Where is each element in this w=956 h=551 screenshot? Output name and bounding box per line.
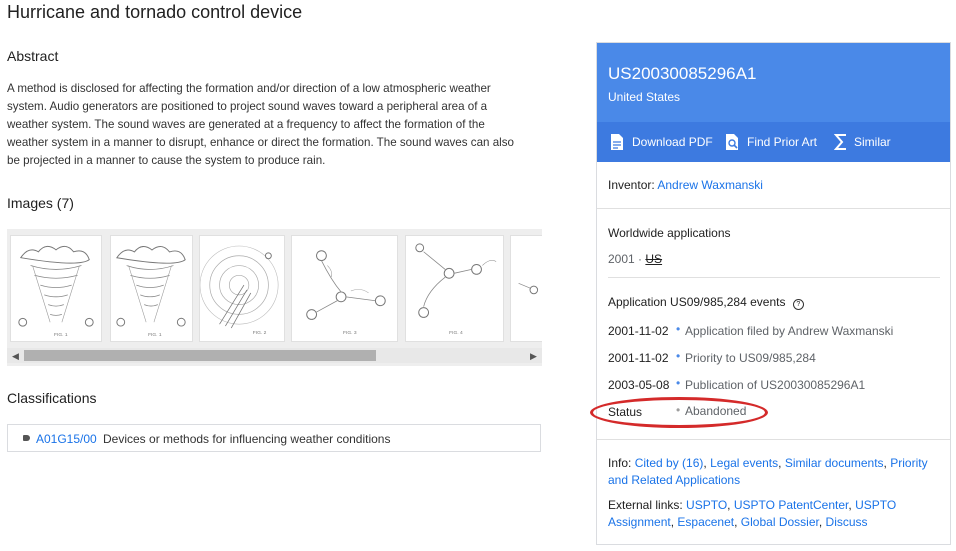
document-search-icon — [726, 134, 738, 150]
tornado-drawing: FIG. 1 — [18, 245, 94, 338]
find-prior-art-label: Find Prior Art — [747, 135, 818, 149]
tag-icon — [23, 435, 30, 441]
uspto-patentcenter-link[interactable]: USPTO PatentCenter — [734, 498, 849, 512]
figure-caption: FIG. 3 — [343, 330, 357, 336]
global-dossier-link[interactable]: Global Dossier — [741, 515, 819, 529]
link-separator: , — [818, 515, 823, 529]
event-date: 2001-11-02 — [608, 351, 669, 365]
abstract-line: A method is disclosed for affecting the … — [7, 82, 491, 95]
espacenet-link[interactable]: Espacenet — [677, 515, 734, 529]
sigma-icon — [834, 134, 846, 150]
abstract-text: A method is disclosed for affecting the … — [7, 80, 525, 170]
event-text: Application filed by Andrew Waxmanski — [685, 324, 894, 338]
panel-action-bar: Download PDF Find Prior Art Similar — [597, 122, 950, 162]
cited-by-link[interactable]: Cited by (16) — [635, 456, 704, 470]
images-heading: Images (7) — [7, 195, 74, 211]
patent-image-thumbnail[interactable]: FIG. 3 — [291, 235, 398, 342]
patent-summary-panel: US20030085296A1 United States Download P… — [590, 42, 951, 545]
legal-events-link[interactable]: Legal events — [710, 456, 778, 470]
worldwide-country-link[interactable]: US — [645, 252, 662, 266]
discuss-link[interactable]: Discuss — [826, 515, 868, 529]
page-title: Hurricane and tornado control device — [7, 2, 303, 22]
external-links-label: External links: — [608, 498, 683, 512]
scroll-right-icon[interactable]: ▶ — [530, 351, 537, 362]
link-separator: , — [848, 498, 852, 512]
separator-dot: · — [638, 252, 643, 266]
patent-image-thumbnail[interactable]: FIG. 1 — [10, 235, 102, 342]
sound-wave-drawing: FIG. 2 — [200, 245, 279, 336]
image-carousel[interactable]: FIG. 1 FIG. 1 FIG. 2 FIG. 3 FIG. 4 ◀ ▶ — [7, 229, 542, 366]
worldwide-applications-row: 2001 · US — [608, 252, 662, 266]
panel-header: US20030085296A1 United States — [597, 43, 950, 122]
events-heading-row: Application US09/985,284 events ? — [608, 295, 804, 310]
divider — [608, 277, 940, 278]
abstract-line: be projected in a manner to cause the sy… — [7, 154, 326, 167]
image-scrollbar[interactable]: ◀ ▶ — [7, 348, 542, 363]
abstract-line: weather system. The sound waves are gene… — [7, 118, 485, 131]
patent-image-thumbnail[interactable]: FIG. 1 — [110, 235, 193, 342]
event-date: 2003-05-08 — [608, 378, 670, 392]
figure-caption: FIG. 1 — [54, 332, 68, 338]
patent-image-thumbnail[interactable]: FIG. 4 — [405, 235, 504, 342]
pdf-file-icon — [611, 134, 623, 150]
divider — [597, 208, 950, 209]
link-separator: , — [703, 456, 707, 470]
similar-label: Similar — [854, 135, 891, 149]
storm-path-drawing: FIG. 4 — [415, 243, 497, 336]
download-pdf-label: Download PDF — [632, 135, 713, 149]
uspto-link[interactable]: USPTO — [686, 498, 727, 512]
link-separator: , — [734, 515, 738, 529]
publication-number: US20030085296A1 — [608, 64, 757, 83]
publication-country: United States — [608, 90, 681, 104]
worldwide-year: 2001 — [608, 252, 635, 266]
events-heading: Application US09/985,284 events — [608, 295, 786, 309]
tornado-drawing: FIG. 1 — [116, 246, 186, 338]
timeline-dot-icon: • — [676, 349, 681, 363]
storm-path-drawing — [518, 282, 539, 295]
figure-caption: FIG. 4 — [449, 330, 463, 336]
timeline-dot-icon: • — [676, 376, 681, 390]
abstract-line: system. Audio generators are positioned … — [7, 100, 488, 113]
event-text: Publication of US20030085296A1 — [685, 378, 866, 392]
abstract-line: weather system in a manner to disrupt, e… — [7, 136, 514, 149]
patent-image-thumbnail[interactable] — [510, 235, 542, 342]
classification-description: Devices or methods for influencing weath… — [103, 432, 391, 446]
event-date: 2001-11-02 — [608, 324, 669, 338]
inventor-link[interactable]: Andrew Waxmanski — [657, 178, 763, 192]
classification-code-link[interactable]: A01G15/00 — [36, 432, 97, 446]
scrollbar-thumb[interactable] — [24, 350, 376, 361]
patent-image-thumbnail[interactable]: FIG. 2 — [199, 235, 285, 342]
link-separator: , — [670, 515, 675, 529]
figure-caption: FIG. 2 — [253, 330, 267, 336]
event-text: Priority to US09/985,284 — [685, 351, 816, 365]
storm-path-drawing: FIG. 3 — [306, 250, 386, 336]
info-label: Info: — [608, 456, 632, 470]
info-links: Info: Cited by (16), Legal events, Simil… — [608, 455, 943, 489]
worldwide-applications-heading: Worldwide applications — [608, 226, 731, 240]
inventor-row: Inventor: Andrew Waxmanski — [608, 178, 763, 192]
link-separator: , — [727, 498, 731, 512]
abstract-heading: Abstract — [7, 48, 59, 64]
inventor-label: Inventor: — [608, 178, 655, 192]
classifications-heading: Classifications — [7, 390, 97, 406]
scroll-left-icon[interactable]: ◀ — [12, 351, 19, 362]
link-separator: , — [778, 456, 782, 470]
link-separator: , — [883, 456, 887, 470]
similar-documents-link[interactable]: Similar documents — [785, 456, 884, 470]
figure-caption: FIG. 1 — [148, 332, 162, 338]
classification-row: A01G15/00 Devices or methods for influen… — [7, 424, 541, 452]
status-highlight-annotation — [590, 397, 768, 428]
divider — [597, 439, 950, 440]
timeline-dot-icon: • — [676, 322, 681, 336]
help-icon[interactable]: ? — [792, 299, 804, 310]
external-links: External links: USPTO, USPTO PatentCente… — [608, 497, 943, 531]
